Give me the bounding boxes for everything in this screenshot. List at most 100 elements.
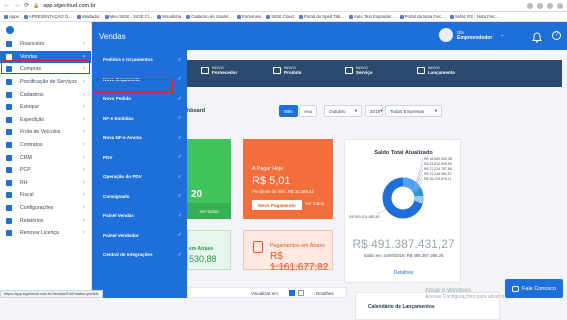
quick-action-icon — [345, 66, 353, 74]
pagar-hoje-amount: R$ 5,01 — [252, 175, 291, 187]
sidebar-item-label: Fiscal — [20, 192, 34, 199]
bell-icon[interactable] — [532, 30, 542, 43]
bar-chart-view-icon[interactable] — [289, 290, 295, 296]
url-field[interactable]: app.sigecloud.com.br — [43, 3, 527, 9]
saldo-detalhes-link[interactable]: Detalhes — [345, 270, 462, 276]
month-select[interactable]: Outubro ▾ — [324, 105, 362, 117]
user-info: Olá Empreendedor — [457, 30, 492, 41]
sidebar-item-label: Cadastros — [20, 91, 44, 98]
bookmark-item[interactable]: Cadastro de Usuári... — [186, 14, 232, 19]
saldo-amount: R$ 491.387.431,27 — [352, 237, 455, 251]
sidebar-item-label: Configurações — [20, 205, 54, 212]
favorite-check-icon[interactable]: ✓ — [178, 252, 182, 258]
receber-atraso-amount: 530,88 — [189, 254, 217, 264]
favorite-check-icon[interactable]: ✓ — [178, 115, 182, 121]
pagamentos-atraso-card[interactable]: Pagamentos em Atraso R$ 1.161.677,82 Atu… — [243, 230, 333, 273]
favorite-check-icon[interactable]: ✓ — [178, 232, 182, 238]
submenu-item[interactable]: Nova NF-e Avulsa ✓ — [92, 128, 187, 148]
sidebar-item[interactable]: Financeiro › — [0, 38, 91, 51]
bookmark-item[interactable]: SIGE Cloud — [266, 14, 294, 19]
submenu-item[interactable]: Operação do PDV ✓ — [92, 167, 187, 187]
favorite-check-icon[interactable]: ✓ — [178, 213, 182, 219]
filter-ano-button[interactable]: Ano — [299, 105, 318, 117]
sidebar-item[interactable]: PCP › — [0, 164, 91, 177]
quick-action-button[interactable]: NOVO Serviço — [345, 65, 373, 75]
submenu-item[interactable]: NF-e Emitidas ✓ — [92, 109, 187, 129]
forward-icon[interactable]: → — [14, 2, 20, 9]
extension-icon[interactable] — [537, 2, 543, 9]
bookmark-label: Meu SIGE - SIGE Cl... — [109, 14, 153, 19]
bookmark-icon — [236, 14, 241, 19]
sidebar-item[interactable]: Fiscal › — [0, 189, 91, 202]
help-icon[interactable]: ? — [552, 31, 561, 40]
bookmark-item[interactable]: Apps — [4, 14, 19, 19]
sidebar-item[interactable]: Contratos › — [0, 139, 91, 152]
submenu-item[interactable]: Consignado ✓ — [92, 187, 187, 207]
receber-ver-todos-link[interactable]: Ver todos — [187, 203, 231, 219]
sidebar-item[interactable]: Expedição › — [0, 114, 91, 127]
sidebar-item[interactable]: Estoque › — [0, 101, 91, 114]
fale-conosco-button[interactable]: Fale Conosco — [505, 279, 563, 298]
chevron-right-icon: › — [83, 230, 85, 237]
extension-icon[interactable] — [547, 2, 553, 9]
sidebar-item[interactable]: Precificação de Serviços › — [0, 76, 91, 89]
logo[interactable] — [0, 22, 91, 38]
bookmark-item[interactable]: Validador — [76, 14, 100, 19]
submenu-item[interactable]: Pedidos e Orçamentos ✓ — [92, 50, 187, 70]
profile-icon[interactable] — [557, 2, 563, 9]
pagar-pendente-text: Pendente do mês: R$ 32.369,42 — [252, 189, 314, 194]
quick-action-label: Lançamento — [428, 70, 456, 75]
sidebar-item-label: Financeiro — [20, 41, 45, 48]
sidebar-item[interactable]: Frota de Veículos › — [0, 126, 91, 139]
favorite-check-icon[interactable]: ✓ — [178, 174, 182, 180]
favorite-check-icon[interactable]: ✓ — [178, 193, 182, 199]
list-view-icon[interactable] — [298, 290, 304, 296]
sidebar-item[interactable]: RH › — [0, 177, 91, 190]
bookmark-item[interactable]: Sefaz RS - Nota Fisc... — [449, 14, 499, 19]
sidebar-item[interactable]: Configurações › — [0, 202, 91, 215]
quick-action-label: Fornecedor — [212, 70, 238, 75]
quick-action-button[interactable]: NOVO Fornecedor — [201, 65, 237, 75]
company-select[interactable]: Todas Empresas ▾ — [385, 105, 442, 117]
pagar-ver-todos-link[interactable]: Ver todos — [305, 201, 324, 206]
back-icon[interactable]: ← — [4, 2, 10, 9]
filter-mes-button[interactable]: Mês — [279, 105, 298, 117]
bookmark-item[interactable]: Portal da Nota Fisc... — [399, 14, 445, 19]
chevron-right-icon: › — [83, 205, 85, 212]
bookmark-item[interactable]: Moodinha — [157, 14, 181, 19]
bookmark-item[interactable]: Portal do Sped Tab... — [298, 14, 344, 19]
bookmark-item[interactable]: Portomeis — [236, 14, 261, 19]
bookmark-label: Moodinha — [162, 14, 182, 19]
quick-action-text: NOVO Fornecedor — [212, 65, 237, 75]
bookmark-icon — [449, 14, 454, 19]
sidebar-item[interactable]: CRM › — [0, 151, 91, 164]
sidebar-item[interactable]: Renovar Licença › — [0, 227, 91, 240]
novo-pagamento-button[interactable]: Novo Pagamento — [252, 200, 302, 210]
quick-action-button[interactable]: NOVO Produto — [273, 65, 302, 75]
receber-atraso-card[interactable]: em Atraso 530,88 — [187, 230, 231, 270]
submenu-item[interactable]: PDV ✓ — [92, 148, 187, 168]
extension-icon[interactable] — [527, 2, 533, 9]
detalhes-link[interactable]: Detalhes — [316, 291, 334, 296]
bookmark-item[interactable]: Meu SIGE - SIGE Cl... — [104, 14, 153, 19]
submenu-item[interactable]: Painel Vendas ✓ — [92, 206, 187, 226]
crm-icon — [6, 154, 12, 161]
favorite-check-icon[interactable]: ✓ — [178, 135, 182, 141]
year-select[interactable]: 2019 ▾ — [365, 105, 383, 117]
favorite-check-icon[interactable]: ✓ — [178, 96, 182, 102]
year-value: 2019 — [370, 108, 381, 114]
user-menu[interactable]: Olá Empreendedor ⌄ — [439, 28, 505, 42]
submenu-item[interactable]: Painel Vendedor ✓ — [92, 226, 187, 246]
reload-icon[interactable]: ⟳ — [24, 2, 29, 9]
bookmark-item[interactable]: Auto Text Expander... — [348, 14, 395, 19]
bookmark-item[interactable]: APRESENTAÇÃO D... — [23, 14, 72, 19]
bookmark-icon — [4, 14, 8, 19]
favorite-check-icon[interactable]: ✓ — [178, 76, 182, 82]
submenu-item[interactable]: Central de Integrações ✓ — [92, 245, 187, 265]
sidebar-item[interactable]: Cadastros › — [0, 88, 91, 101]
quick-action-button[interactable]: NOVO Lançamento — [417, 65, 455, 75]
favorite-check-icon[interactable]: ✓ — [178, 154, 182, 160]
favorite-check-icon[interactable]: ✓ — [178, 57, 182, 63]
bookmark-label: Portal do Sped Tab... — [303, 14, 344, 19]
sidebar-item[interactable]: Relatórios › — [0, 214, 91, 227]
